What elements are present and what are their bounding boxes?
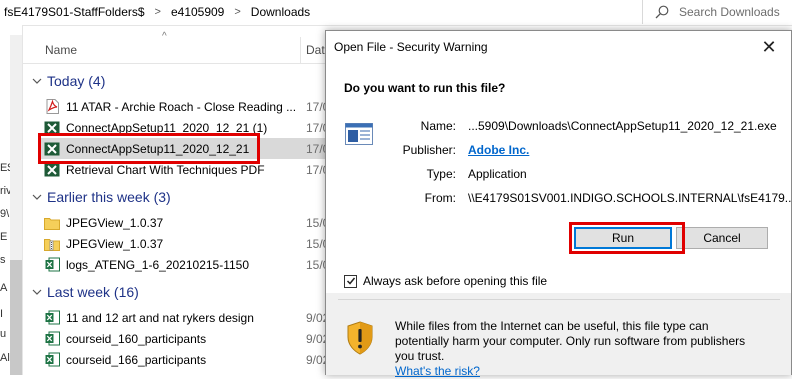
list-item[interactable]: JPEGView_1.0.37 15/0: [44, 233, 332, 254]
always-ask-checkbox[interactable]: Always ask before opening this file: [344, 274, 547, 288]
dialog-titlebar[interactable]: Open File - Security Warning ✕: [326, 31, 791, 63]
property-value: \\E4179S01SV001.INDIGO.SCHOOLS.INTERNAL\…: [468, 191, 792, 205]
nav-fragment[interactable]: A: [0, 282, 7, 294]
publisher-link[interactable]: Adobe Inc.: [468, 143, 529, 157]
file-name: courseid_160_participants: [66, 331, 207, 346]
property-label: From:: [424, 191, 456, 205]
close-icon[interactable]: ✕: [747, 31, 791, 63]
excel-icon: [44, 331, 60, 347]
highlight-annotation: [569, 222, 685, 254]
breadcrumb: fsE4179S01-StaffFolders$ > e4105909 > Do…: [0, 0, 314, 24]
nav-fragment[interactable]: Al: [0, 352, 10, 364]
excel-icon: [44, 310, 60, 326]
warning-text: While files from the Internet can be use…: [395, 319, 765, 379]
column-header: ^ Name Dat: [22, 31, 332, 64]
property-value: Application: [468, 167, 527, 181]
list-item[interactable]: courseid_166_participants 9/02: [44, 349, 332, 370]
file-name: courseid_166_participants: [66, 352, 207, 367]
group-label: Earlier this week (3): [47, 189, 171, 205]
list-item[interactable]: 11 and 12 art and nat rykers design 9/02: [44, 307, 332, 328]
nav-fragment[interactable]: E: [0, 231, 7, 243]
excel-icon: [44, 352, 60, 368]
warning-message: While files from the Internet can be use…: [395, 319, 746, 363]
group-label: Last week (16): [47, 284, 139, 300]
dialog-title: Open File - Security Warning: [334, 40, 488, 54]
list-item[interactable]: JPEGView_1.0.37 15/0: [44, 212, 332, 233]
navigation-pane[interactable]: E$ riv 9\ E s A I u Al: [0, 25, 23, 375]
search-icon: [655, 5, 669, 19]
dialog-question: Do you want to run this file?: [344, 81, 506, 95]
whats-the-risk-link[interactable]: What's the risk?: [395, 364, 480, 378]
nav-fragment[interactable]: I: [0, 308, 3, 320]
chevron-down-icon: [32, 289, 42, 295]
folder-icon: [44, 215, 60, 231]
pdf-icon: [44, 99, 60, 115]
zip-folder-icon: [44, 236, 60, 252]
address-bar[interactable]: fsE4179S01-StaffFolders$ > e4105909 > Do…: [0, 0, 792, 26]
sort-up-icon: ^: [162, 31, 167, 42]
excel-icon: [44, 257, 60, 273]
checkbox[interactable]: [344, 274, 357, 288]
list-item[interactable]: logs_ATENG_1-6_20210215-1150 15/0: [44, 254, 332, 275]
property-label: Name:: [420, 119, 456, 133]
breadcrumb-item[interactable]: Downloads: [247, 5, 314, 19]
breadcrumb-item[interactable]: fsE4179S01-StaffFolders$: [0, 5, 149, 19]
property-label: Publisher:: [402, 143, 456, 157]
group-header-earlier-this-week[interactable]: Earlier this week (3): [32, 187, 171, 207]
list-item[interactable]: 11 ATAR - Archie Roach - Close Reading .…: [44, 96, 332, 117]
group-header-today[interactable]: Today (4): [32, 71, 105, 91]
chevron-right-icon[interactable]: >: [149, 6, 167, 18]
file-name: JPEGView_1.0.37: [66, 236, 164, 251]
warning-panel: While files from the Internet can be use…: [326, 301, 791, 378]
nav-scrollbar-thumb[interactable]: [10, 260, 22, 375]
nav-fragment[interactable]: 9\: [0, 208, 9, 220]
file-name: Retrieval Chart With Techniques PDF: [66, 162, 265, 177]
column-date[interactable]: Dat: [306, 43, 325, 57]
file-name: JPEGView_1.0.37: [66, 215, 164, 230]
file-name: logs_ATENG_1-6_20210215-1150: [66, 257, 250, 272]
file-name: 11 ATAR - Archie Roach - Close Reading .…: [66, 99, 296, 114]
column-name[interactable]: Name: [45, 43, 77, 57]
group-header-last-week[interactable]: Last week (16): [32, 282, 139, 302]
chevron-right-icon[interactable]: >: [228, 6, 246, 18]
property-value: ...5909\Downloads\ConnectAppSetup11_2020…: [468, 119, 777, 133]
group-label: Today (4): [47, 73, 106, 89]
search-input[interactable]: Search Downloads: [642, 0, 792, 24]
file-name: 11 and 12 art and nat rykers design: [66, 310, 254, 325]
checkmark-icon: [346, 277, 355, 285]
breadcrumb-item[interactable]: e4105909: [167, 5, 228, 19]
nav-fragment[interactable]: s: [0, 254, 6, 266]
cancel-button[interactable]: Cancel: [676, 227, 768, 249]
divider: [338, 299, 780, 300]
property-label: Type:: [426, 167, 456, 181]
search-placeholder: Search Downloads: [679, 5, 780, 19]
shield-warning-icon: [347, 321, 373, 355]
checkbox-label: Always ask before opening this file: [363, 274, 548, 288]
file-list[interactable]: ^ Name Dat Today (4) 11 ATAR - Archie Ro…: [22, 25, 332, 375]
security-warning-dialog: Open File - Security Warning ✕ Do you wa…: [325, 30, 792, 378]
highlight-annotation: [38, 133, 260, 164]
column-divider[interactable]: [300, 37, 301, 63]
chevron-down-icon: [32, 78, 42, 84]
nav-fragment[interactable]: u: [0, 328, 6, 340]
chevron-down-icon: [32, 194, 42, 200]
application-icon: [345, 123, 373, 145]
list-item[interactable]: courseid_160_participants 9/02: [44, 328, 332, 349]
dialog-body: Do you want to run this file? Name: ...5…: [326, 63, 792, 293]
